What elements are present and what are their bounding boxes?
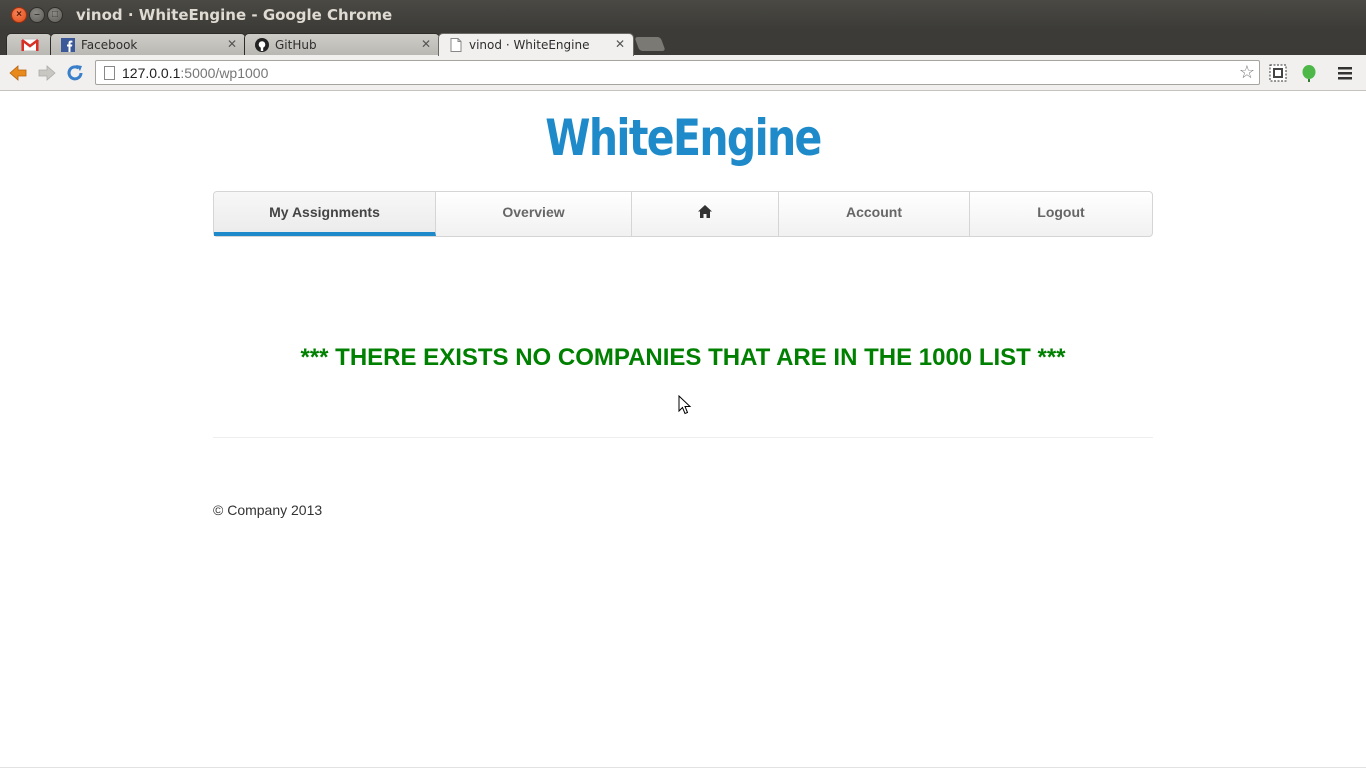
close-icon: × bbox=[16, 9, 22, 20]
gmail-icon bbox=[21, 38, 39, 52]
address-bar[interactable]: 127.0.0.1:5000/wp1000 ☆ bbox=[95, 60, 1260, 85]
nav-item-my-assignments[interactable]: My Assignments bbox=[214, 192, 436, 236]
divider bbox=[213, 437, 1153, 438]
window-close-button[interactable]: × bbox=[11, 7, 27, 23]
tab-strip: Facebook ✕ GitHub ✕ vinod · WhiteEngine … bbox=[0, 30, 1366, 56]
nav-item-account[interactable]: Account bbox=[779, 192, 970, 236]
page-icon bbox=[450, 38, 462, 52]
extension-icon[interactable] bbox=[1269, 64, 1287, 82]
mouse-cursor-icon bbox=[678, 395, 692, 415]
tab-label: vinod · WhiteEngine bbox=[469, 38, 590, 52]
facebook-icon bbox=[61, 38, 75, 52]
nav-item-home[interactable] bbox=[632, 192, 779, 236]
footer-copyright: © Company 2013 bbox=[213, 502, 323, 518]
page-content: WhiteEngine My Assignments Overview Acco… bbox=[0, 91, 1366, 768]
close-icon[interactable]: ✕ bbox=[615, 37, 625, 51]
bookmark-star-icon[interactable]: ☆ bbox=[1239, 62, 1255, 83]
nav-item-label: Overview bbox=[502, 204, 565, 220]
reload-icon[interactable] bbox=[65, 63, 85, 83]
tab-github[interactable]: GitHub ✕ bbox=[244, 33, 440, 56]
url-path: :5000/wp1000 bbox=[180, 65, 269, 81]
github-icon bbox=[255, 38, 269, 52]
maximize-icon: □ bbox=[51, 9, 59, 20]
close-icon[interactable]: ✕ bbox=[421, 37, 431, 51]
page-icon bbox=[104, 66, 115, 80]
home-icon bbox=[698, 205, 712, 218]
browser-toolbar: 127.0.0.1:5000/wp1000 ☆ bbox=[0, 55, 1366, 91]
empty-list-message: *** THERE EXISTS NO COMPANIES THAT ARE I… bbox=[300, 344, 1066, 371]
close-icon[interactable]: ✕ bbox=[227, 37, 237, 51]
window-titlebar: × – □ vinod · WhiteEngine - Google Chrom… bbox=[0, 0, 1366, 30]
tab-facebook[interactable]: Facebook ✕ bbox=[50, 33, 246, 56]
tab-whiteengine[interactable]: vinod · WhiteEngine ✕ bbox=[438, 33, 634, 56]
minimize-icon: – bbox=[34, 9, 40, 20]
nav-item-label: Account bbox=[846, 204, 902, 220]
forward-icon[interactable] bbox=[37, 63, 57, 83]
new-tab-button[interactable] bbox=[634, 37, 666, 51]
nav-item-logout[interactable]: Logout bbox=[970, 192, 1152, 236]
evernote-leaf-icon[interactable] bbox=[1300, 64, 1318, 82]
tab-gmail[interactable] bbox=[6, 33, 52, 56]
tab-label: Facebook bbox=[81, 38, 138, 52]
menu-icon[interactable] bbox=[1336, 64, 1354, 82]
nav-item-label: Logout bbox=[1037, 204, 1085, 220]
nav-item-label: My Assignments bbox=[269, 204, 380, 220]
tab-label: GitHub bbox=[275, 38, 317, 52]
window-maximize-button[interactable]: □ bbox=[47, 7, 63, 23]
back-icon[interactable] bbox=[8, 63, 28, 83]
main-navigation: My Assignments Overview Account Logout bbox=[213, 191, 1153, 237]
nav-item-overview[interactable]: Overview bbox=[436, 192, 632, 236]
url-text: 127.0.0.1:5000/wp1000 bbox=[122, 65, 268, 81]
site-logo[interactable]: WhiteEngine bbox=[123, 109, 1243, 167]
url-host: 127.0.0.1 bbox=[122, 65, 181, 81]
window-minimize-button[interactable]: – bbox=[29, 7, 45, 23]
window-title: vinod · WhiteEngine - Google Chrome bbox=[76, 6, 393, 24]
